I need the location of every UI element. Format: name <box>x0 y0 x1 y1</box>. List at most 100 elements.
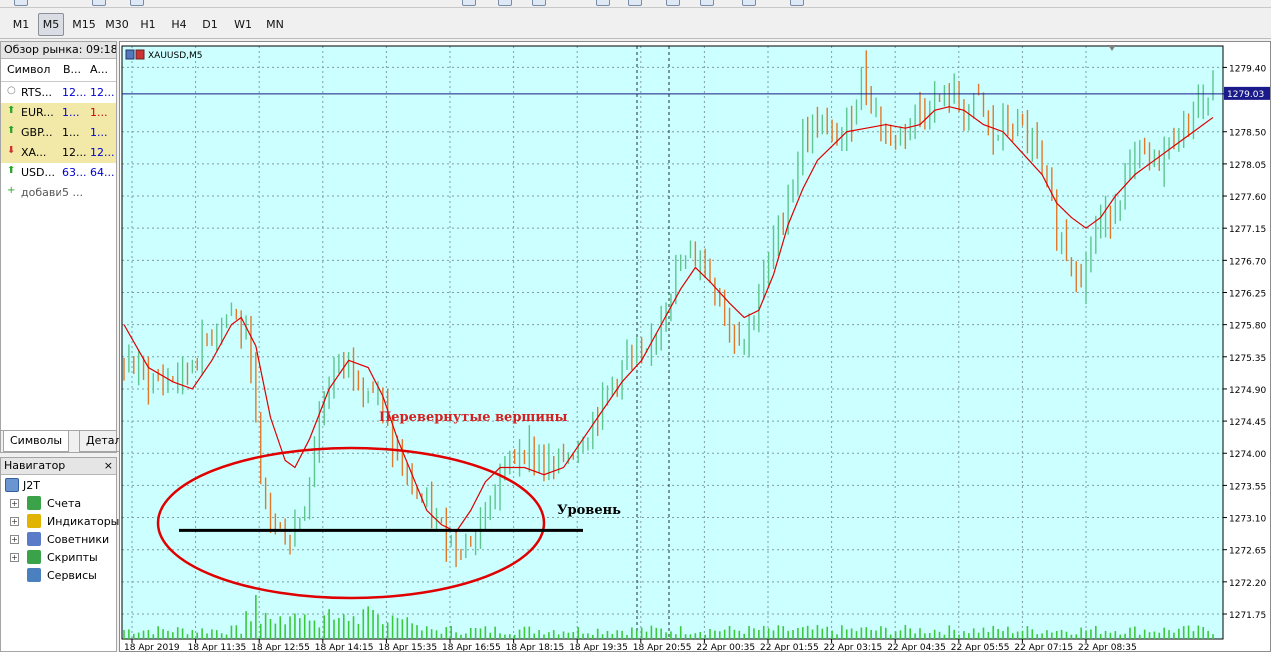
toolbar-icon[interactable] <box>498 0 512 6</box>
market-watch-ask: 12... <box>90 86 115 99</box>
expand-icon[interactable]: + <box>10 535 19 544</box>
x-tick-label: 22 Apr 04:35 <box>887 643 946 651</box>
toolbar-icon[interactable] <box>742 0 756 6</box>
chart-window-icon <box>135 49 145 60</box>
market-watch-symbol: USD... <box>21 166 55 179</box>
toolbar-icon[interactable] <box>666 0 680 6</box>
market-watch-bid: 1... <box>62 106 80 119</box>
x-tick-label: 22 Apr 00:35 <box>696 643 755 651</box>
toolbar-icon[interactable] <box>462 0 476 6</box>
market-watch-ask: 64... <box>90 166 115 179</box>
navigator-item-label: Счета <box>47 497 82 510</box>
expand-icon[interactable]: + <box>10 553 19 562</box>
y-tick-label: 1274.00 <box>1229 450 1266 460</box>
market-watch-row[interactable]: ⬆ USD... 63... 64... <box>1 163 116 183</box>
x-tick-label: 22 Apr 03:15 <box>824 643 883 651</box>
x-tick-label: 22 Apr 01:55 <box>760 643 819 651</box>
market-watch-row[interactable]: + добавить...5 ... <box>1 183 116 203</box>
y-tick-label: 1272.20 <box>1229 579 1266 589</box>
timeframe-button-h1[interactable]: H1 <box>136 13 160 36</box>
tab-symbols[interactable]: Символы <box>3 431 70 452</box>
chart-window[interactable]: 1279.40 1279.03 1278.50 1278.05 1277.60 1277.… <box>119 41 1271 652</box>
current-price-label: 1279.03 <box>1227 90 1264 100</box>
market-watch-row[interactable]: ○ RTS... 12... 12... <box>1 83 116 103</box>
market-watch-symbol: RTS... <box>21 86 53 99</box>
toolbar-icon[interactable] <box>790 0 804 6</box>
timeframe-button-m5[interactable]: M5 <box>38 13 64 36</box>
red-down-arrow-icon: ⬇ <box>7 146 16 156</box>
y-tick-label: 1278.50 <box>1229 129 1266 139</box>
navigator-root-label: J2T <box>23 479 40 492</box>
market-watch-bid: 63... <box>62 166 87 179</box>
y-tick-label: 1274.90 <box>1229 386 1266 396</box>
market-watch-bid: 1... <box>62 126 80 139</box>
expand-icon <box>10 571 19 580</box>
column-header-bid[interactable]: В... <box>63 63 81 76</box>
timeframe-button-m15[interactable]: M15 <box>68 13 100 36</box>
timeframe-button-d1[interactable]: D1 <box>198 13 222 36</box>
chart-symbol-label: XAUUSD,M5 <box>148 51 203 61</box>
market-watch-bid: 5 ... <box>62 186 83 199</box>
x-tick-label: 18 Apr 20:55 <box>633 643 692 651</box>
y-tick-label: 1276.25 <box>1229 289 1266 299</box>
timeframe-button-m1[interactable]: M1 <box>8 13 34 36</box>
navigator-item-label: Советники <box>47 533 110 546</box>
y-tick-label: 1273.55 <box>1229 482 1266 492</box>
y-tick-label: 1279.40 <box>1229 64 1266 74</box>
x-tick-label: 18 Apr 2019 <box>124 643 180 651</box>
market-watch-ask: 1... <box>90 126 108 139</box>
green-up-arrow-icon: ⬆ <box>7 106 16 116</box>
y-tick-label: 1274.45 <box>1229 418 1266 428</box>
close-icon[interactable]: × <box>104 459 113 472</box>
expand-icon[interactable]: + <box>10 517 19 526</box>
chart-window-icon <box>125 49 135 60</box>
annotation-level: Уровень <box>557 503 621 518</box>
market-watch-panel: Обзор рынка: 09:18 Символ В... А... ○ RTS… <box>0 41 136 453</box>
navigator-item-label: Индикаторы <box>47 515 120 528</box>
toolbar-icon[interactable] <box>92 0 106 6</box>
expand-icon[interactable]: + <box>10 499 19 508</box>
market-watch-symbol: EUR... <box>21 106 54 119</box>
timeframe-toolbar: M1 M5 M15 M30 H1 H4 D1 W1 MN <box>0 9 1271 39</box>
terminal-icon <box>5 478 19 492</box>
navigator-item-label: Скрипты <box>47 551 98 564</box>
toolbar-icon[interactable] <box>14 0 28 6</box>
y-tick-label: 1275.80 <box>1229 322 1266 332</box>
green-up-arrow-icon: ⬆ <box>7 126 16 136</box>
column-header-ask[interactable]: А... <box>90 63 108 76</box>
toolbar-icon[interactable] <box>130 0 144 6</box>
indicators-icon <box>27 514 41 528</box>
y-tick-label: 1271.75 <box>1229 611 1266 621</box>
column-header-symbol[interactable]: Символ <box>7 63 50 76</box>
market-watch-row[interactable]: ⬆ GBP... 1... 1... <box>1 123 116 143</box>
market-watch-row[interactable]: ⬇ XA... 12... 12... <box>1 143 116 163</box>
y-tick-label: 1273.10 <box>1229 515 1266 525</box>
green-plus-icon: + <box>7 186 16 196</box>
toolbar-icon[interactable] <box>628 0 642 6</box>
x-tick-label: 18 Apr 11:35 <box>188 643 247 651</box>
navigator-panel: Навигатор × J2T + Счета + Индикаторы + Советн… <box>0 457 120 652</box>
timeframe-button-mn[interactable]: MN <box>262 13 288 36</box>
x-tick-label: 18 Apr 18:15 <box>506 643 565 651</box>
market-watch-row[interactable]: ⬆ EUR... 1... 1... <box>1 103 116 123</box>
timeframe-button-m30[interactable]: M30 <box>102 13 132 36</box>
navigator-item-label: Сервисы <box>47 569 97 582</box>
market-watch-bid: 12... <box>62 146 87 159</box>
timeframe-button-w1[interactable]: W1 <box>230 13 256 36</box>
x-tick-label: 22 Apr 07:15 <box>1014 643 1073 651</box>
x-tick-label: 18 Apr 16:55 <box>442 643 501 651</box>
market-watch-symbol: GBP... <box>21 126 53 139</box>
green-up-arrow-icon: ⬆ <box>7 166 16 176</box>
y-tick-label: 1272.65 <box>1229 547 1266 557</box>
services-icon <box>27 568 41 582</box>
toolbar-icon[interactable] <box>532 0 546 6</box>
price-chart[interactable]: 1279.40 1279.03 1278.50 1278.05 1277.60 1277.… <box>120 42 1270 651</box>
x-tick-label: 18 Apr 19:35 <box>569 643 628 651</box>
toolbar-icon[interactable] <box>700 0 714 6</box>
experts-icon <box>27 532 41 546</box>
top-toolbar-strip <box>0 0 1271 8</box>
market-watch-bid: 12... <box>62 86 87 99</box>
x-tick-label: 22 Apr 08:35 <box>1078 643 1137 651</box>
toolbar-icon[interactable] <box>596 0 610 6</box>
timeframe-button-h4[interactable]: H4 <box>167 13 191 36</box>
